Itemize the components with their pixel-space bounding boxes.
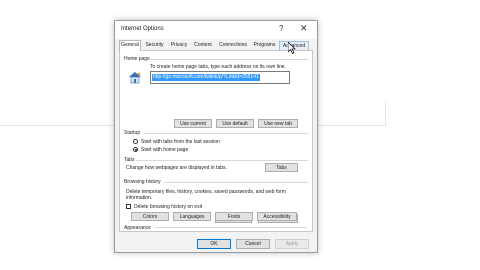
close-button[interactable]: ✕: [300, 23, 308, 34]
tab-privacy[interactable]: Privacy: [168, 41, 190, 50]
divider: [155, 227, 307, 228]
divider: [164, 182, 308, 183]
home-page-url-field[interactable]: http://go.microsoft.com/fwlink/p/?LinkId…: [150, 71, 290, 84]
startup-group-label: Startup: [124, 130, 141, 136]
fonts-button[interactable]: Fonts: [215, 212, 253, 221]
divider: [144, 133, 308, 134]
languages-button[interactable]: Languages: [173, 212, 211, 221]
tabs-description: Change how webpages are displayed in tab…: [126, 165, 227, 171]
ok-button[interactable]: OK: [197, 239, 231, 249]
delete-on-exit-checkbox[interactable]: [126, 204, 131, 209]
title-bar: Internet Options ? ✕: [115, 21, 317, 39]
startup-home-page-label: Start with home page: [141, 147, 189, 153]
use-current-button[interactable]: Use current: [174, 119, 212, 128]
mouse-pointer-icon: [288, 42, 296, 54]
tab-general[interactable]: General: [119, 40, 141, 51]
tab-programs[interactable]: Programs: [251, 41, 278, 50]
tab-connections[interactable]: Connections: [216, 41, 250, 50]
internet-options-dialog: Internet Options ? ✕ General Security Pr…: [114, 20, 318, 253]
tabs-group-label: Tabs: [124, 157, 135, 163]
dialog-title: Internet Options: [121, 26, 164, 32]
startup-last-session-label: Start with tabs from the last session: [141, 139, 220, 145]
house-icon: [129, 72, 141, 84]
general-tab-panel: Home page To create home page tabs, type…: [119, 50, 313, 232]
divider: [150, 59, 308, 60]
cancel-button[interactable]: Cancel: [236, 239, 270, 249]
use-default-button[interactable]: Use default: [216, 119, 254, 128]
tab-strip: General Security Privacy Content Connect…: [119, 40, 315, 51]
help-button[interactable]: ?: [279, 24, 283, 33]
startup-home-page-radio[interactable]: [133, 147, 138, 152]
colors-button[interactable]: Colors: [131, 212, 169, 221]
home-page-url-value: http://go.microsoft.com/fwlink/p/?LinkId…: [152, 74, 260, 81]
browsing-history-description: Delete temporary files, history, cookies…: [126, 189, 286, 201]
divider: [136, 160, 308, 161]
tab-content[interactable]: Content: [191, 41, 215, 50]
browsing-history-group-label: Browsing history: [124, 179, 161, 185]
tabs-settings-button[interactable]: Tabs: [265, 163, 298, 172]
apply-button[interactable]: Apply: [275, 239, 309, 249]
use-new-tab-button[interactable]: Use new tab: [258, 119, 298, 128]
startup-last-session-radio[interactable]: [133, 139, 138, 144]
delete-on-exit-label: Delete browsing history on exit: [134, 204, 203, 210]
tab-security[interactable]: Security: [142, 41, 167, 50]
home-page-instruction: To create home page tabs, type each addr…: [150, 64, 286, 70]
home-page-group-label: Home page: [124, 56, 150, 62]
accessibility-button[interactable]: Accessibility: [257, 212, 297, 221]
appearance-group-label: Appearance: [124, 225, 151, 231]
